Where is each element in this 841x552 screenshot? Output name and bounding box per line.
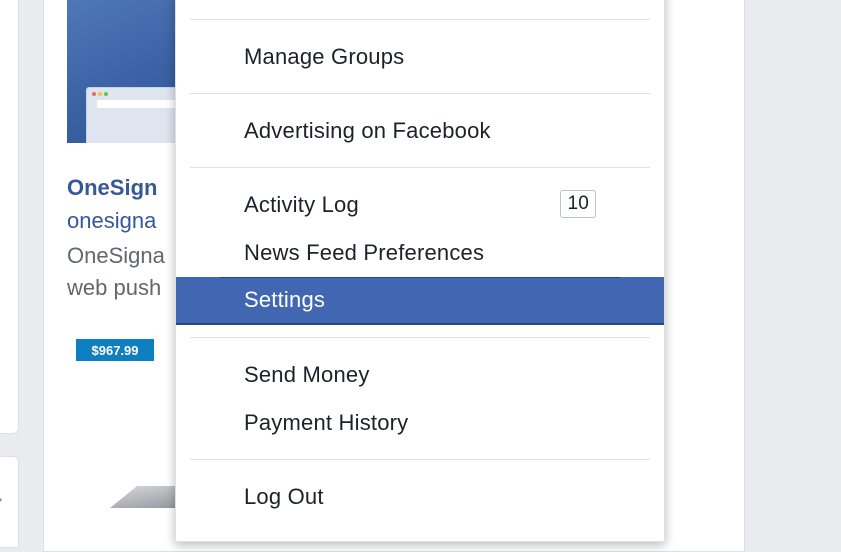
ad-thumbnail[interactable] bbox=[67, 0, 187, 143]
browser-window-illustration bbox=[86, 87, 187, 143]
window-dot-icon bbox=[104, 92, 108, 96]
menu-item-label: Activity Log bbox=[244, 192, 359, 217]
ad-title[interactable]: OneSign bbox=[67, 175, 157, 201]
menu-item-label: Advertising on Facebook bbox=[244, 118, 491, 143]
menu-item-label: News Feed Preferences bbox=[244, 240, 485, 265]
menu-item-send-money[interactable]: Send Money bbox=[176, 351, 664, 399]
window-dot-icon bbox=[92, 92, 96, 96]
menu-separator bbox=[190, 337, 650, 338]
address-bar-illustration bbox=[97, 100, 177, 108]
ad-domain[interactable]: onesigna bbox=[67, 208, 156, 234]
bullet-icon: • bbox=[0, 493, 2, 507]
menu-item-label: Log Out bbox=[244, 484, 324, 509]
menu-separator bbox=[190, 19, 650, 20]
menu-item-log-out[interactable]: Log Out bbox=[176, 473, 664, 521]
menu-item-payment-history[interactable]: Payment History bbox=[176, 399, 664, 447]
ad-description-line: OneSigna bbox=[67, 243, 165, 268]
menu-item-settings[interactable]: Settings bbox=[176, 277, 664, 325]
menu-item-manage-groups[interactable]: Manage Groups bbox=[176, 33, 664, 81]
menu-item-advertising[interactable]: Advertising on Facebook bbox=[176, 107, 664, 155]
activity-count-badge: 10 bbox=[560, 190, 596, 218]
ad-description: OneSigna web push bbox=[67, 240, 187, 304]
ad-description-line: web push bbox=[67, 275, 162, 300]
left-card-lower: • bbox=[0, 456, 19, 548]
menu-item-activity-log[interactable]: Activity Log 10 bbox=[176, 181, 664, 229]
menu-separator bbox=[190, 93, 650, 94]
menu-item-label: Payment History bbox=[244, 410, 409, 435]
menu-item-label: Settings bbox=[244, 287, 326, 312]
menu-separator bbox=[190, 459, 650, 460]
price-badge: $967.99 bbox=[76, 339, 154, 361]
menu-separator bbox=[190, 167, 650, 168]
menu-item-label: Send Money bbox=[244, 362, 370, 387]
left-card bbox=[0, 0, 19, 434]
account-dropdown-menu: Manage Groups Advertising on Facebook Ac… bbox=[175, 0, 665, 542]
menu-item-news-feed-preferences[interactable]: News Feed Preferences bbox=[176, 229, 664, 277]
menu-item-label: Manage Groups bbox=[244, 44, 405, 69]
window-dot-icon bbox=[98, 92, 102, 96]
